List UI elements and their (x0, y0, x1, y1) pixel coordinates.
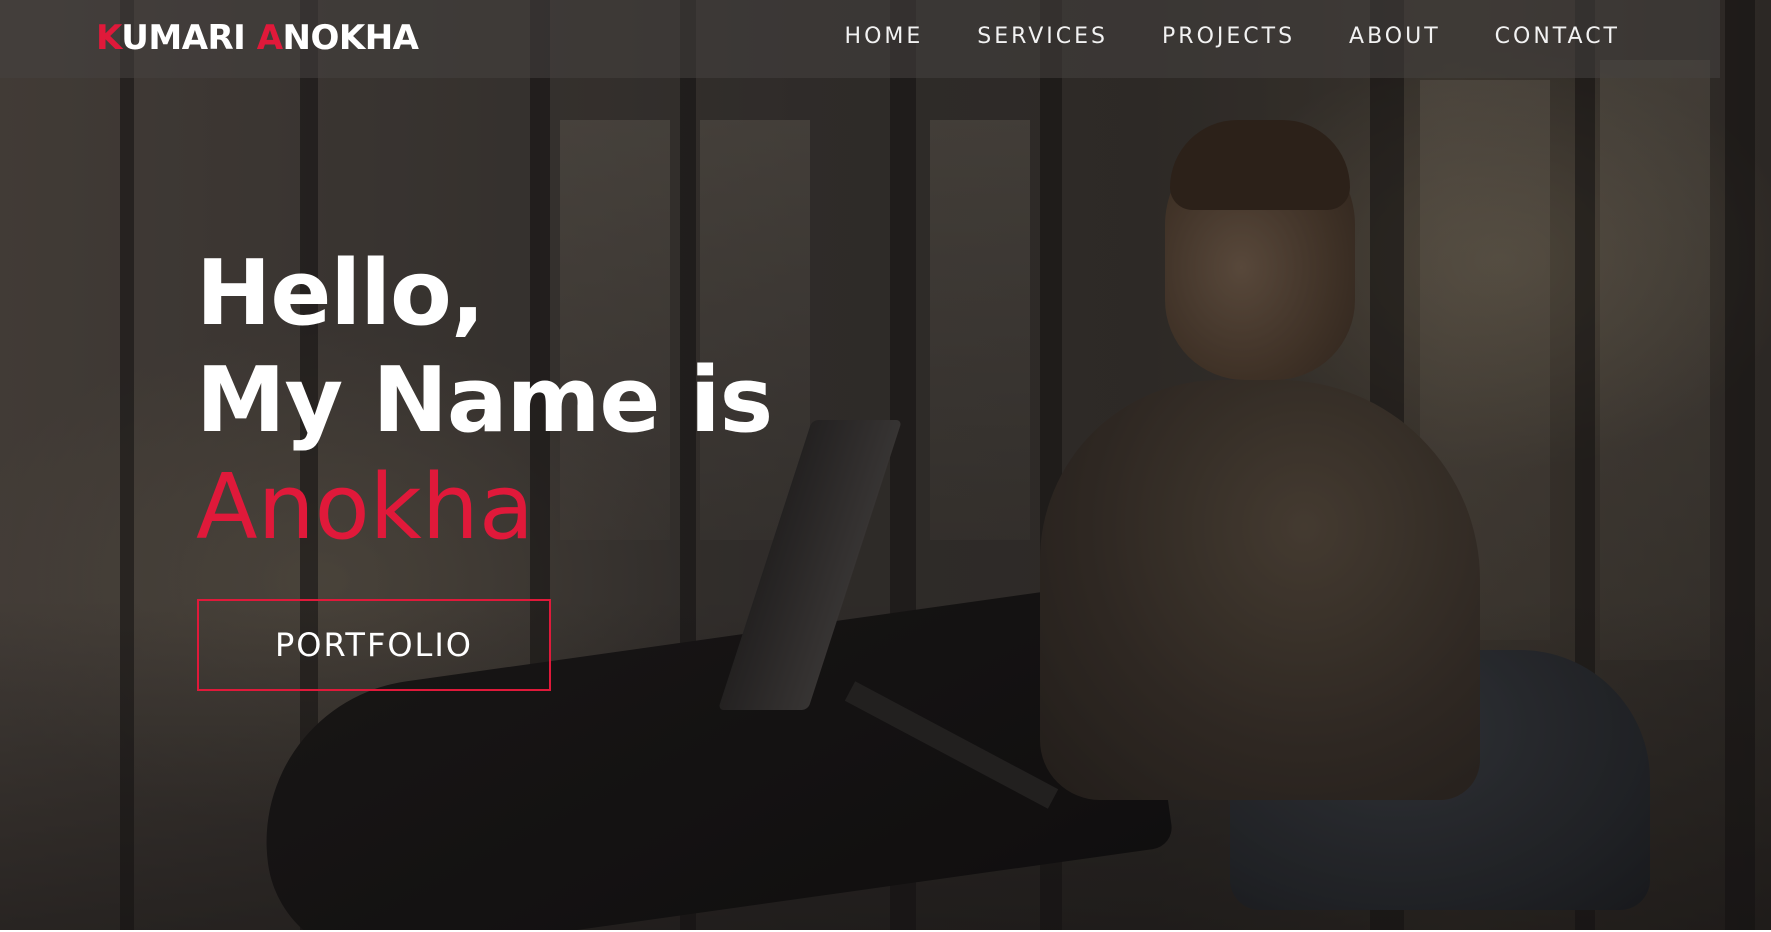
brand-rest-last: NOKHA (282, 18, 419, 58)
nav-item-projects[interactable]: PROJECTS (1162, 24, 1295, 49)
nav-item-about[interactable]: ABOUT (1349, 24, 1441, 49)
nav-item-home[interactable]: HOME (845, 24, 924, 49)
hero-section: KUMARI ANOKHA HOME SERVICES PROJECTS ABO… (0, 0, 1771, 932)
hero-intro: My Name is (196, 348, 773, 453)
brand-initial-first: K (96, 18, 122, 58)
hero-greeting: Hello, (196, 241, 485, 346)
main-nav: HOME SERVICES PROJECTS ABOUT CONTACT (791, 24, 1620, 49)
hero-heading: Hello, My Name is Anokha (196, 240, 896, 561)
brand-rest-first: UMARI (121, 18, 257, 58)
navbar: KUMARI ANOKHA HOME SERVICES PROJECTS ABO… (0, 0, 1720, 78)
brand-logo[interactable]: KUMARI ANOKHA (96, 18, 419, 62)
nav-item-services[interactable]: SERVICES (977, 24, 1108, 49)
nav-item-contact[interactable]: CONTACT (1495, 24, 1620, 49)
brand-initial-last: A (256, 18, 283, 58)
hero-name: Anokha (196, 455, 534, 560)
portfolio-button[interactable]: PORTFOLIO (197, 599, 551, 691)
